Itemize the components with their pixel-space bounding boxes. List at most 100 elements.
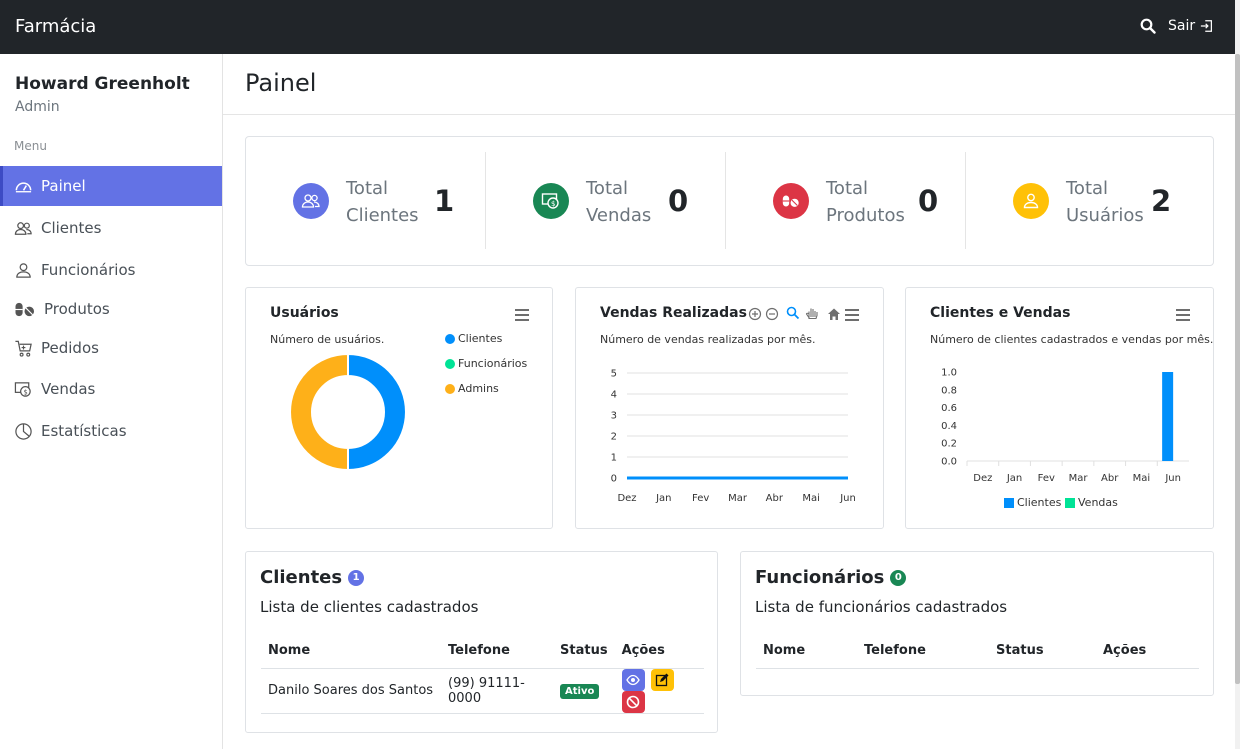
search-icon[interactable] (1140, 18, 1156, 34)
stat-total-produtos: Total Produtos 0 (726, 137, 966, 265)
stat-value: 0 (918, 184, 939, 218)
sidebar-item-estatisticas[interactable]: Estatísticas (0, 411, 222, 451)
client-phone: (99) 91111-0000 (441, 668, 553, 714)
sign-out-icon (1201, 20, 1213, 32)
x-tick-label: Dez (617, 493, 636, 504)
column-header: Nome (756, 634, 857, 669)
legend-marker (445, 358, 455, 369)
pills-icon (773, 183, 809, 219)
svg-text:$: $ (24, 388, 28, 396)
users-chart-card: Usuários Número de usuários. Clientes Fu… (245, 287, 553, 529)
user-icon (16, 262, 31, 278)
column-header: Status (989, 634, 1096, 669)
legend-marker (445, 333, 455, 344)
client-actions (614, 668, 704, 714)
column-header: Nome (261, 634, 441, 669)
chart-subtitle: Número de clientes cadastrados e vendas … (930, 333, 1214, 346)
employees-list-subtitle: Lista de funcionários cadastrados (755, 598, 1008, 616)
top-navbar: Farmácia Sair (0, 0, 1235, 54)
column-header: Telefone (441, 634, 553, 669)
pills-icon (15, 302, 35, 316)
x-tick-label: Mai (1133, 473, 1151, 484)
pan-hand-icon[interactable] (805, 306, 819, 320)
clients-table: Nome Telefone Status Ações Danilo Soares… (261, 634, 704, 714)
sidebar-item-pedidos[interactable]: Pedidos (0, 328, 222, 368)
sidebar-item-painel[interactable]: Painel (0, 166, 222, 206)
donut-slice-admins[interactable] (289, 352, 349, 472)
legend-funcionarios[interactable]: Funcionários (445, 357, 527, 370)
sidebar-item-clientes[interactable]: Clientes (0, 208, 222, 248)
y-tick-label: 4 (611, 390, 617, 401)
stat-value: 2 (1151, 184, 1172, 218)
chart-subtitle: Número de vendas realizadas por mês. (600, 333, 816, 346)
column-header: Telefone (857, 634, 989, 669)
x-tick-label: Mar (728, 493, 748, 504)
client-name: Danilo Soares dos Santos (261, 668, 441, 714)
stat-label: Total Usuários (1066, 178, 1144, 226)
y-tick-label: 5 (611, 369, 617, 380)
donut-chart (289, 352, 407, 472)
x-tick-label: Mai (802, 493, 820, 504)
sidebar-item-funcionarios[interactable]: Funcionários (0, 250, 222, 290)
donut-slice-clientes[interactable] (347, 352, 407, 472)
table-row: Danilo Soares dos Santos (99) 91111-0000… (261, 668, 704, 714)
svg-text:$: $ (551, 200, 555, 208)
x-tick-label: Abr (1101, 473, 1119, 484)
search-zoom-icon[interactable] (786, 306, 800, 320)
menu-icon[interactable] (1176, 309, 1190, 321)
legend-vendas[interactable]: Vendas (1065, 496, 1118, 509)
legend-marker (1065, 497, 1075, 508)
user-icon (1013, 183, 1049, 219)
count-badge: 0 (890, 569, 907, 586)
status-badge: Ativo (560, 684, 600, 699)
ban-icon (626, 695, 640, 708)
users-icon (293, 183, 329, 219)
edit-button[interactable] (650, 668, 674, 691)
legend-admins[interactable]: Admins (445, 382, 499, 395)
pie-chart-icon (15, 422, 32, 440)
user-name: Howard Greenholt (15, 74, 190, 94)
y-tick-label: 0.6 (941, 403, 957, 414)
sidebar-item-produtos[interactable]: Produtos (0, 289, 222, 329)
eye-icon (626, 674, 640, 685)
user-role: Admin (15, 99, 60, 115)
home-icon[interactable] (827, 307, 841, 321)
sales-chart-card: Vendas Realizadas Número de vendas reali… (575, 287, 884, 529)
x-tick-label: Fev (692, 493, 709, 504)
logout-button[interactable]: Sair (1168, 18, 1214, 34)
stat-label: Total Produtos (826, 178, 905, 226)
sidebar: Howard Greenholt Admin Menu Painel Clien… (0, 54, 223, 749)
bar-chart: 1.0 0.8 0.6 0.4 0.2 0.0 Dez Jan Fev Mar Abr Mai Jun (941, 368, 1189, 484)
dashboard-icon (15, 181, 32, 192)
x-tick-label: Abr (766, 493, 784, 504)
sidebar-item-vendas[interactable]: $ Vendas (0, 369, 222, 409)
bar-clientes[interactable] (1162, 372, 1174, 461)
stats-card: Total Clientes 1 $ Total Vendas 0 Total Pro… (245, 136, 1214, 266)
brand-title[interactable]: Farmácia (15, 16, 96, 37)
cash-icon: $ (14, 381, 31, 397)
legend-clientes[interactable]: Clientes (1004, 496, 1061, 509)
zoom-in-icon[interactable] (748, 307, 762, 321)
stat-total-vendas: $ Total Vendas 0 (486, 137, 726, 265)
zoom-out-icon[interactable] (765, 307, 779, 321)
legend-clientes[interactable]: Clientes (445, 332, 502, 345)
x-tick-label: Mar (1069, 473, 1089, 484)
delete-button[interactable] (621, 690, 645, 713)
employees-list-card: Funcionários 0 Lista de funcionários cad… (740, 551, 1214, 696)
y-tick-label: 1 (611, 453, 617, 464)
view-button[interactable] (621, 668, 645, 691)
y-tick-label: 0 (611, 474, 617, 485)
employees-list-title: Funcionários 0 (755, 567, 907, 588)
stat-value: 1 (434, 184, 455, 218)
y-tick-label: 2 (611, 432, 617, 443)
sidebar-item-label: Pedidos (41, 339, 99, 357)
y-tick-label: 0.0 (941, 457, 957, 468)
menu-icon[interactable] (515, 309, 529, 321)
clients-list-title: Clientes 1 (260, 567, 365, 588)
chart-title: Vendas Realizadas (600, 305, 747, 321)
menu-icon[interactable] (845, 309, 859, 321)
client-status: Ativo (553, 668, 615, 714)
scrollbar-thumb[interactable] (1235, 54, 1240, 684)
y-tick-label: 1.0 (941, 368, 957, 379)
cash-icon: $ (533, 183, 569, 219)
